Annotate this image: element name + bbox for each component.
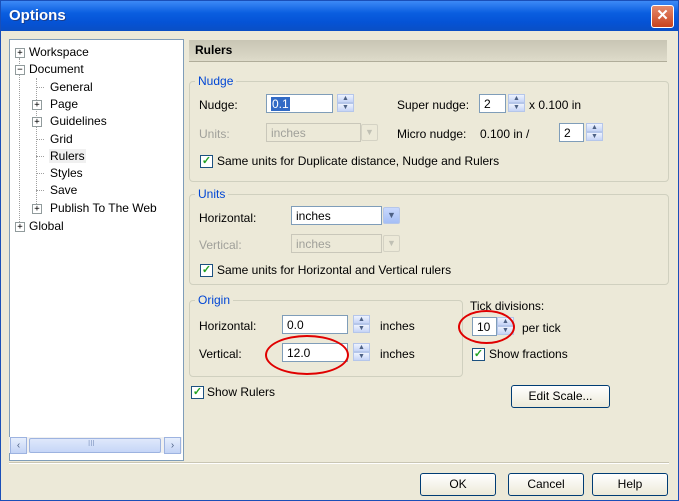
- super-nudge-input[interactable]: 2: [479, 94, 506, 113]
- nudge-value: 0.1: [271, 97, 290, 111]
- units-vertical-label: Vertical:: [199, 238, 242, 252]
- nudge-spinner[interactable]: ▲ ▼: [337, 94, 354, 113]
- show-fractions-label: Show fractions: [489, 347, 568, 361]
- arrow-up-icon[interactable]: ▲: [508, 94, 525, 103]
- tree-item-page[interactable]: Page: [50, 97, 78, 111]
- arrow-down-icon[interactable]: ▼: [586, 132, 603, 141]
- origin-horizontal-input[interactable]: 0.0: [282, 315, 348, 334]
- nudge-label: Nudge:: [199, 98, 238, 112]
- micro-nudge-label: Micro nudge:: [397, 127, 467, 141]
- tree-item-general[interactable]: General: [50, 80, 93, 94]
- chevron-down-icon[interactable]: ▼: [383, 207, 400, 224]
- tree-horizontal-scrollbar[interactable]: ‹ III ›: [9, 437, 182, 454]
- expand-icon[interactable]: +: [32, 117, 42, 127]
- arrow-up-icon[interactable]: ▲: [353, 315, 370, 324]
- tree-line: [36, 87, 44, 88]
- origin-horizontal-label: Horizontal:: [199, 319, 257, 333]
- micro-nudge-input[interactable]: 2: [559, 123, 584, 142]
- super-nudge-spinner[interactable]: ▲ ▼: [508, 94, 525, 113]
- arrow-down-icon[interactable]: ▼: [353, 352, 370, 361]
- panel-header: Rulers: [189, 40, 667, 62]
- scroll-left-icon[interactable]: ‹: [10, 437, 27, 454]
- footer-separator: [9, 462, 669, 464]
- tree-item-rulers[interactable]: Rulers: [49, 149, 86, 163]
- chevron-down-icon[interactable]: ▼: [361, 124, 378, 141]
- same-units-rulers-checkbox[interactable]: ✓: [200, 264, 213, 277]
- show-rulers-label: Show Rulers: [207, 385, 276, 399]
- units-horizontal-select[interactable]: inches: [291, 206, 382, 225]
- tree-line: [36, 156, 44, 157]
- tree-item-publish-to-the-web[interactable]: Publish To The Web: [50, 201, 157, 215]
- same-units-rulers-label: Same units for Horizontal and Vertical r…: [217, 263, 452, 277]
- origin-vertical-label: Vertical:: [199, 347, 242, 361]
- tick-divisions-suffix: per tick: [522, 321, 561, 335]
- origin-group-label: Origin: [195, 293, 234, 307]
- super-nudge-suffix: x 0.100 in: [529, 98, 582, 112]
- micro-nudge-spinner[interactable]: ▲ ▼: [586, 123, 603, 142]
- units-vertical-select[interactable]: inches: [291, 234, 382, 253]
- annotation-circle: [265, 335, 349, 375]
- tree-item-styles[interactable]: Styles: [50, 166, 83, 180]
- micro-nudge-text: 0.100 in /: [480, 127, 530, 141]
- nudge-group-label: Nudge: [195, 74, 237, 88]
- options-tree[interactable]: + Workspace − Document General + Page + …: [9, 39, 184, 461]
- units-group-label: Units: [195, 187, 229, 201]
- same-units-nudge-checkbox[interactable]: ✓: [200, 155, 213, 168]
- expand-icon[interactable]: +: [15, 222, 25, 232]
- nudge-units-select[interactable]: inches: [266, 123, 361, 142]
- expand-icon[interactable]: +: [15, 48, 25, 58]
- collapse-icon[interactable]: −: [15, 65, 25, 75]
- show-rulers-checkbox[interactable]: ✓: [191, 386, 204, 399]
- options-dialog: Options ✕ + Workspace − Document General…: [0, 0, 679, 501]
- tree-line: [36, 190, 44, 191]
- tree-item-global[interactable]: Global: [29, 219, 64, 233]
- annotation-circle: [458, 310, 515, 344]
- tree-item-workspace[interactable]: Workspace: [29, 45, 89, 59]
- tree-item-save[interactable]: Save: [50, 183, 77, 197]
- scroll-thumb[interactable]: III: [29, 438, 161, 453]
- expand-icon[interactable]: +: [32, 100, 42, 110]
- origin-vertical-unit: inches: [380, 347, 415, 361]
- expand-icon[interactable]: +: [32, 204, 42, 214]
- cancel-button[interactable]: Cancel: [508, 473, 584, 496]
- origin-horizontal-unit: inches: [380, 319, 415, 333]
- arrow-up-icon[interactable]: ▲: [337, 94, 354, 103]
- close-icon[interactable]: ✕: [651, 5, 674, 28]
- help-button[interactable]: Help: [592, 473, 668, 496]
- tree-line: [36, 78, 37, 214]
- origin-vertical-spinner[interactable]: ▲ ▼: [353, 343, 370, 362]
- edit-scale-button[interactable]: Edit Scale...: [511, 385, 610, 408]
- show-fractions-checkbox[interactable]: ✓: [472, 348, 485, 361]
- arrow-down-icon[interactable]: ▼: [337, 103, 354, 112]
- tree-item-guidelines[interactable]: Guidelines: [50, 114, 107, 128]
- same-units-nudge-label: Same units for Duplicate distance, Nudge…: [217, 154, 500, 168]
- scroll-right-icon[interactable]: ›: [164, 437, 181, 454]
- tree-item-document[interactable]: Document: [29, 62, 84, 76]
- window-title: Options: [9, 7, 66, 24]
- chevron-down-icon[interactable]: ▼: [383, 235, 400, 252]
- nudge-units-label: Units:: [199, 127, 230, 141]
- origin-horizontal-spinner[interactable]: ▲ ▼: [353, 315, 370, 334]
- scroll-grip: III: [88, 439, 95, 448]
- tree-line: [36, 139, 44, 140]
- tree-line: [36, 173, 44, 174]
- panel-title: Rulers: [195, 43, 233, 57]
- arrow-up-icon[interactable]: ▲: [586, 123, 603, 132]
- arrow-down-icon[interactable]: ▼: [353, 324, 370, 333]
- ok-button[interactable]: OK: [420, 473, 496, 496]
- tree-item-grid[interactable]: Grid: [50, 132, 73, 146]
- title-bar[interactable]: Options ✕: [1, 1, 678, 31]
- arrow-up-icon[interactable]: ▲: [353, 343, 370, 352]
- tree-line: [19, 58, 20, 230]
- units-horizontal-label: Horizontal:: [199, 211, 257, 225]
- arrow-down-icon[interactable]: ▼: [508, 103, 525, 112]
- nudge-input[interactable]: 0.1: [266, 94, 333, 113]
- super-nudge-label: Super nudge:: [397, 98, 470, 112]
